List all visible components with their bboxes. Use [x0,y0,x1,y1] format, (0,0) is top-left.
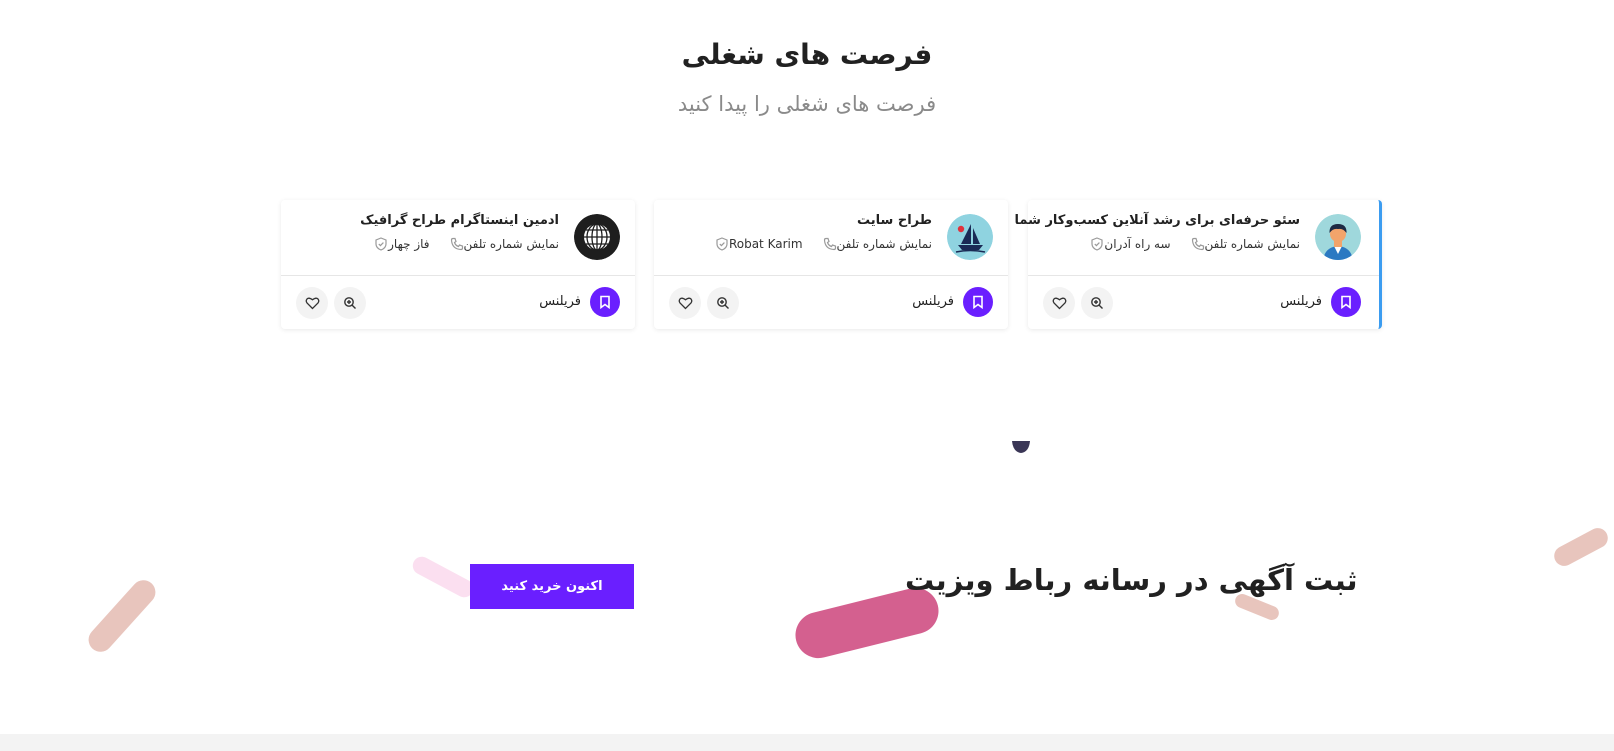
heart-icon [678,297,692,310]
globe-logo-icon [574,214,620,260]
favorite-button[interactable] [669,287,701,319]
job-card[interactable]: سئو حرفه‌ای برای رشد آنلاین کسب‌وکار شما… [1015,200,1382,329]
buy-now-button[interactable]: اکنون خرید کنید [470,564,634,609]
job-location: فاز چهار [388,237,430,251]
shield-check-icon [1090,237,1104,251]
show-phone-link[interactable]: نمایش شماره تلفن [464,237,559,251]
job-meta: فاز چهار نمایش شماره تلفن [368,237,559,251]
phone-icon [450,237,464,251]
sailboat-logo-icon [947,214,993,260]
job-card-header: طراح سایت Robat Karim نمایش شماره تلفن [654,200,1008,276]
job-title[interactable]: ادمین اینستاگرام طراح گرافیک [360,213,559,228]
job-location: سه راه آدران [1104,237,1171,251]
bookmark-button[interactable] [1331,287,1361,317]
bookmark-icon [1341,295,1351,309]
show-phone-link[interactable]: نمایش شماره تلفن [1205,237,1300,251]
job-card-footer: فریلنس [1028,275,1379,329]
job-title[interactable]: سئو حرفه‌ای برای رشد آنلاین کسب‌وکار شما [1015,213,1300,228]
favorite-button[interactable] [296,287,328,319]
quick-view-button[interactable] [1081,287,1113,319]
job-card-footer: فریلنس [281,275,635,329]
zoom-in-icon [717,297,729,309]
show-phone-link[interactable]: نمایش شماره تلفن [837,237,932,251]
zoom-in-icon [1091,297,1103,309]
promo-title: ثبت آگهی در رسانه رباط ویزیت [905,563,1358,597]
job-type: فریلنس [1280,294,1322,309]
favorite-button[interactable] [1043,287,1075,319]
phone-icon [1191,237,1205,251]
decorative-shape [83,575,161,657]
bookmark-button[interactable] [963,287,993,317]
job-card[interactable]: ادمین اینستاگرام طراح گرافیک فاز چهار نم… [281,200,635,329]
job-meta: سه راه آدران نمایش شماره تلفن [1084,237,1300,251]
decorative-shape [1550,524,1612,570]
bookmark-icon [600,295,610,309]
job-card-header: سئو حرفه‌ای برای رشد آنلاین کسب‌وکار شما… [1015,200,1379,276]
job-meta: Robat Karim نمایش شماره تلفن [709,237,932,251]
section-title: فرصت های شغلی [681,38,933,71]
phone-icon [823,237,837,251]
bookmark-icon [973,295,983,309]
job-location: Robat Karim [728,237,803,251]
zoom-in-icon [344,297,356,309]
job-title[interactable]: طراح سایت [857,213,932,228]
heart-icon [1052,297,1066,310]
job-card-footer: فریلنس [654,275,1008,329]
quick-view-button[interactable] [707,287,739,319]
bookmark-button[interactable] [590,287,620,317]
section-subtitle: فرصت های شغلی را پیدا کنید [677,92,937,116]
quick-view-button[interactable] [334,287,366,319]
footer-band [0,734,1614,751]
loader-dot [1011,438,1031,453]
job-type: فریلنس [912,294,954,309]
shield-check-icon [715,237,729,251]
job-card-header: ادمین اینستاگرام طراح گرافیک فاز چهار نم… [281,200,635,276]
job-type: فریلنس [539,294,581,309]
user-avatar-icon [1315,214,1361,260]
decorative-shape [409,553,477,601]
heart-icon [305,297,319,310]
job-card[interactable]: طراح سایت Robat Karim نمایش شماره تلفن ف… [654,200,1008,329]
shield-check-icon [374,237,388,251]
